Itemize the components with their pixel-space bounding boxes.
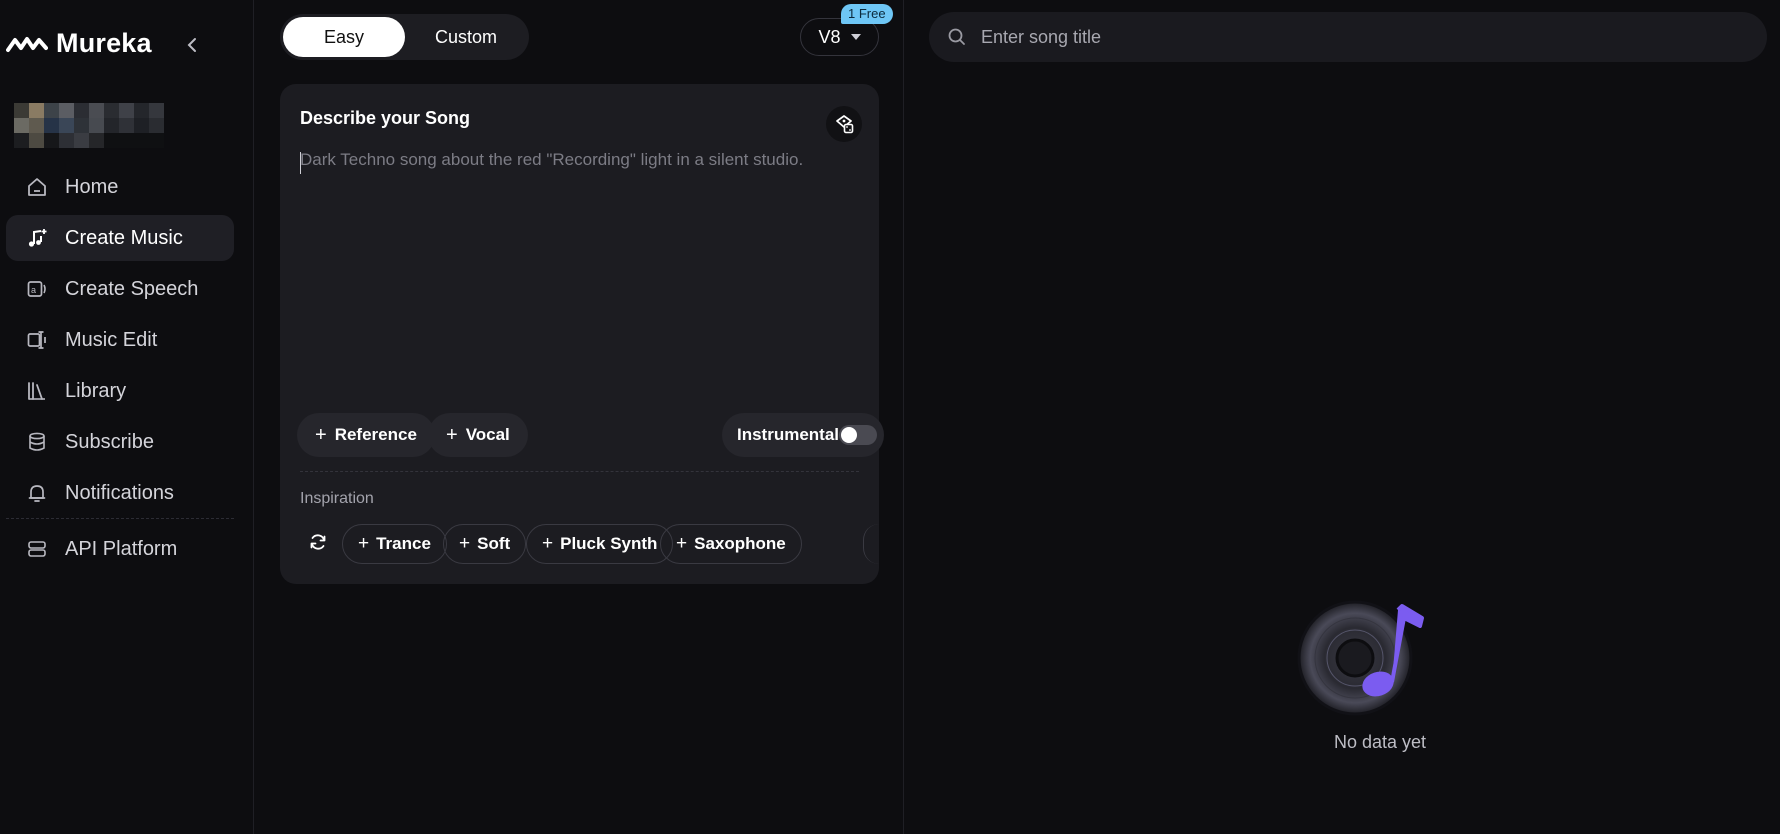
chevron-left-icon <box>187 38 196 52</box>
vinyl-music-note-icon <box>1297 600 1424 716</box>
mode-custom-button[interactable]: Custom <box>406 17 526 57</box>
mode-easy-button[interactable]: Easy <box>283 17 405 57</box>
add-reference-button[interactable]: + Reference <box>297 413 435 457</box>
speech-icon: a <box>25 277 49 301</box>
sidebar-item-label: Music Edit <box>65 328 158 351</box>
song-search-bar[interactable] <box>929 12 1767 62</box>
tag-label: Pluck Synth <box>560 534 658 553</box>
brand[interactable]: Mureka <box>6 28 152 59</box>
server-icon <box>25 537 49 561</box>
random-prompt-button[interactable] <box>826 106 862 142</box>
database-icon <box>25 430 49 454</box>
plus-icon: + <box>459 533 471 554</box>
mode-toggle: Easy Custom <box>280 14 529 60</box>
inspiration-label: Inspiration <box>300 490 374 507</box>
sidebar-item-label: Subscribe <box>65 430 154 453</box>
reference-label: Reference <box>334 425 417 444</box>
song-search-input[interactable] <box>981 26 1741 48</box>
svg-text:a: a <box>31 285 36 295</box>
bell-icon <box>25 481 49 505</box>
sidebar-item-library[interactable]: Library <box>6 368 234 414</box>
sidebar-item-create-music[interactable]: Create Music <box>6 215 234 261</box>
tag-label: Soft <box>477 534 511 553</box>
songs-panel: No data yet <box>905 0 1780 834</box>
text-cursor <box>300 152 301 174</box>
music-note-plus-icon <box>25 226 49 250</box>
instrumental-toggle[interactable] <box>839 425 877 445</box>
describe-song-card: Describe your Song + Reference + Vocal I… <box>280 84 884 584</box>
instrumental-label: Instrumental <box>737 425 840 444</box>
toggle-knob <box>841 427 857 443</box>
empty-state-text: No data yet <box>1333 732 1427 752</box>
sidebar-item-label: Create Music <box>65 226 183 249</box>
inspiration-tag-overflow[interactable] <box>863 524 879 564</box>
sidebar-item-label: Create Speech <box>65 277 199 300</box>
user-profile-pixelated[interactable] <box>14 103 166 149</box>
card-title: Describe your Song <box>300 108 471 128</box>
sidebar-item-api-platform[interactable]: API Platform <box>6 526 234 572</box>
plus-icon: + <box>446 424 458 446</box>
sidebar-divider <box>6 518 234 519</box>
plus-icon: + <box>542 533 554 554</box>
sidebar-item-create-speech[interactable]: a Create Speech <box>6 266 234 312</box>
inspiration-tag[interactable]: + Pluck Synth <box>526 524 674 564</box>
collapse-sidebar-button[interactable] <box>186 36 202 56</box>
tag-label: Saxophone <box>694 534 786 553</box>
empty-state: No data yet <box>1280 600 1480 760</box>
sidebar-item-label: Home <box>65 175 119 198</box>
vocal-label: Vocal <box>465 425 510 444</box>
sidebar-item-label: Notifications <box>65 481 174 504</box>
sidebar-item-label: Library <box>65 379 127 402</box>
sidebar-item-notifications[interactable]: Notifications <box>6 470 234 516</box>
sidebar-item-music-edit[interactable]: Music Edit <box>6 317 234 363</box>
sidebar-item-label: API Platform <box>65 537 178 560</box>
search-icon <box>948 28 965 45</box>
free-badge: 1 Free <box>841 4 893 24</box>
add-vocal-button[interactable]: + Vocal <box>428 413 528 457</box>
home-icon <box>25 175 49 199</box>
inspiration-tag[interactable]: + Soft <box>443 524 527 564</box>
plus-icon: + <box>358 533 370 554</box>
brand-name: Mureka <box>56 28 152 58</box>
plus-icon: + <box>676 533 688 554</box>
sidebar-item-subscribe[interactable]: Subscribe <box>6 419 234 465</box>
version-label: V8 <box>818 26 841 47</box>
plus-icon: + <box>315 424 327 446</box>
tag-label: Trance <box>376 534 431 553</box>
create-panel: Easy Custom V8 1 Free Describe your Song… <box>255 0 904 834</box>
caret-down-icon <box>850 34 861 40</box>
library-icon <box>25 379 49 403</box>
card-divider <box>300 471 859 472</box>
dice-icon <box>836 115 854 134</box>
music-edit-icon <box>25 328 49 352</box>
inspiration-tag[interactable]: + Saxophone <box>660 524 802 564</box>
instrumental-control: Instrumental <box>722 413 884 457</box>
refresh-icon <box>310 534 326 550</box>
sidebar: Mureka Home Create Music a Create Speech <box>0 0 254 834</box>
song-description-input[interactable] <box>300 150 860 390</box>
inspiration-tag[interactable]: + Trance <box>342 524 447 564</box>
refresh-inspiration-button[interactable] <box>300 524 336 560</box>
sidebar-item-home[interactable]: Home <box>6 164 234 210</box>
mureka-wave-logo-icon <box>6 36 48 52</box>
